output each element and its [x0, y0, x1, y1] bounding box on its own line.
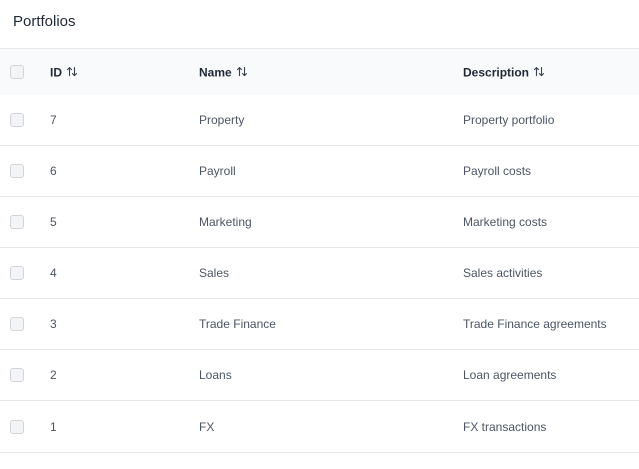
cell-id: 6: [50, 164, 57, 178]
cell-name: FX: [199, 419, 215, 434]
select-all-checkbox[interactable]: [10, 65, 24, 79]
select-all-cell: [10, 65, 24, 79]
row-checkbox[interactable]: [10, 368, 24, 382]
cell-name: Sales: [199, 266, 230, 280]
row-select-cell: [10, 317, 24, 331]
column-header-name[interactable]: Name: [199, 65, 248, 80]
portfolios-page: Portfolios ID Name Description 7 Propert…: [0, 0, 639, 469]
cell-description: Trade Finance agreements: [463, 317, 607, 331]
column-header-description[interactable]: Description: [463, 65, 545, 80]
cell-name: Loans: [199, 368, 232, 382]
row-checkbox[interactable]: [10, 164, 24, 178]
table-row[interactable]: 7 Property Property portfolio: [0, 95, 639, 146]
cell-id: 5: [50, 215, 57, 229]
column-header-description-label: Description: [463, 65, 530, 80]
cell-id: 3: [50, 317, 57, 331]
portfolios-table: ID Name Description 7 Property Property …: [0, 49, 639, 453]
row-select-cell: [10, 215, 24, 229]
row-checkbox[interactable]: [10, 113, 24, 127]
cell-description: Payroll costs: [463, 164, 532, 178]
column-header-id-label: ID: [50, 65, 62, 80]
cell-id: 7: [50, 113, 57, 127]
cell-name: Payroll: [199, 164, 236, 178]
row-select-cell: [10, 113, 24, 127]
sort-arrows-icon[interactable]: [533, 65, 545, 77]
cell-description: Sales activities: [463, 266, 543, 280]
row-checkbox[interactable]: [10, 317, 24, 331]
sort-arrows-icon[interactable]: [236, 65, 248, 77]
cell-description: Marketing costs: [463, 215, 548, 229]
cell-name: Marketing: [199, 215, 252, 229]
table-row[interactable]: 4 Sales Sales activities: [0, 248, 639, 299]
row-select-cell: [10, 164, 24, 178]
cell-name: Property: [199, 113, 245, 127]
cell-description: FX transactions: [463, 419, 547, 434]
title-bar: Portfolios: [0, 0, 639, 49]
row-select-cell: [10, 419, 24, 434]
cell-description: Loan agreements: [463, 368, 557, 382]
page-title: Portfolios: [13, 12, 76, 30]
row-checkbox[interactable]: [10, 266, 24, 280]
cell-name: Trade Finance: [199, 317, 276, 331]
table-row[interactable]: 6 Payroll Payroll costs: [0, 146, 639, 197]
row-checkbox[interactable]: [10, 419, 24, 434]
cell-id: 4: [50, 266, 57, 280]
row-select-cell: [10, 266, 24, 280]
cell-id: 1: [50, 419, 57, 434]
table-row[interactable]: 3 Trade Finance Trade Finance agreements: [0, 299, 639, 350]
table-header: ID Name Description: [0, 49, 639, 95]
cell-description: Property portfolio: [463, 113, 555, 127]
cell-id: 2: [50, 368, 57, 382]
sort-arrows-icon[interactable]: [66, 65, 78, 77]
table-row[interactable]: 5 Marketing Marketing costs: [0, 197, 639, 248]
table-row[interactable]: 1 FX FX transactions: [0, 401, 639, 453]
column-header-id[interactable]: ID: [50, 65, 78, 80]
table-row[interactable]: 2 Loans Loan agreements: [0, 350, 639, 401]
row-checkbox[interactable]: [10, 215, 24, 229]
column-header-name-label: Name: [199, 65, 232, 80]
row-select-cell: [10, 368, 24, 382]
